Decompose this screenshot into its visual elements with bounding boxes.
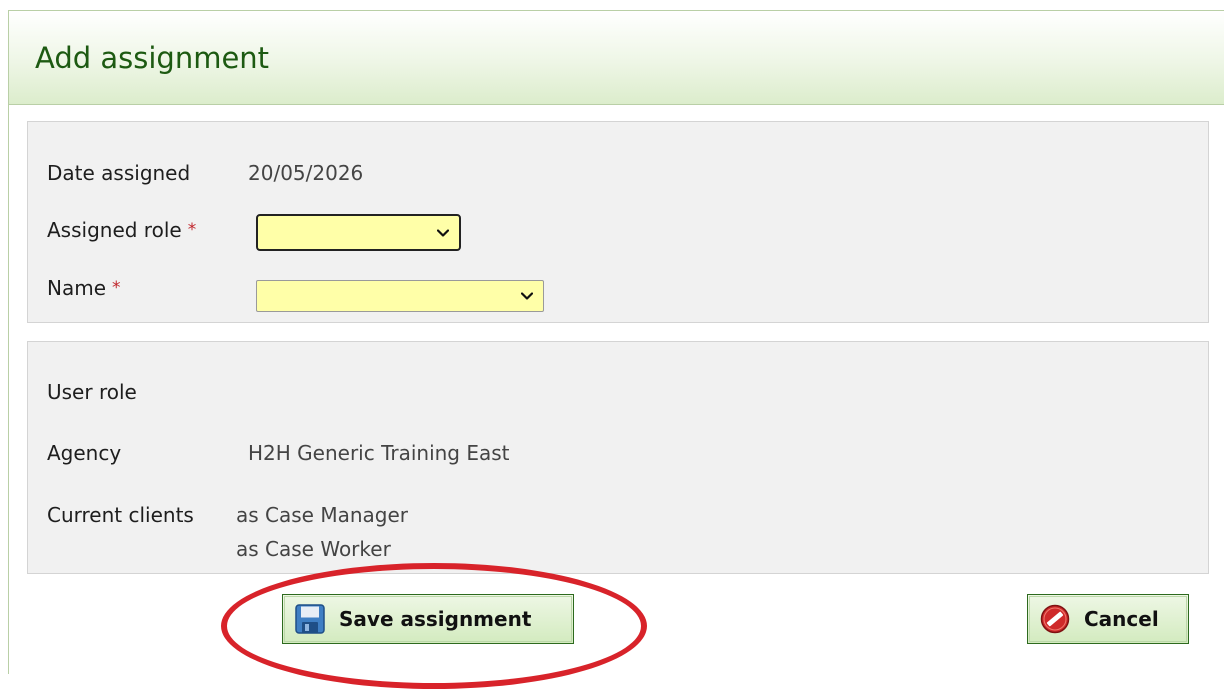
chevron-down-icon (437, 228, 449, 237)
required-marker: * (112, 278, 121, 298)
agency-value: H2H Generic Training East (248, 441, 510, 465)
required-marker: * (187, 220, 197, 240)
cancel-button[interactable]: Cancel (1027, 594, 1189, 644)
dialog-title: Add assignment (35, 41, 270, 75)
assigned-role-label: Assigned role * (47, 218, 196, 242)
current-client-item: as Case Manager (236, 503, 409, 527)
date-assigned-label: Date assigned (47, 161, 191, 185)
assigned-role-label-text: Assigned role (47, 218, 182, 242)
floppy-disk-icon (295, 604, 325, 634)
name-label: Name * (47, 276, 121, 300)
user-role-label: User role (47, 380, 137, 404)
date-assigned-value: 20/05/2026 (248, 161, 364, 185)
cancel-label: Cancel (1084, 607, 1159, 631)
user-info-panel: User role Agency H2H Generic Training Ea… (27, 341, 1209, 574)
assignment-details-panel: Date assigned 20/05/2026 Assigned role * … (27, 121, 1209, 323)
name-select[interactable] (256, 280, 544, 312)
save-assignment-button[interactable]: Save assignment (282, 594, 574, 644)
assigned-role-select[interactable] (256, 214, 461, 251)
no-entry-icon (1040, 604, 1070, 634)
name-label-text: Name (47, 276, 107, 300)
current-client-item: as Case Worker (236, 537, 391, 561)
current-clients-label: Current clients (47, 503, 194, 527)
save-assignment-label: Save assignment (339, 607, 532, 631)
chevron-down-icon (521, 292, 533, 300)
agency-label: Agency (47, 441, 122, 465)
dialog-header: Add assignment (9, 11, 1224, 105)
